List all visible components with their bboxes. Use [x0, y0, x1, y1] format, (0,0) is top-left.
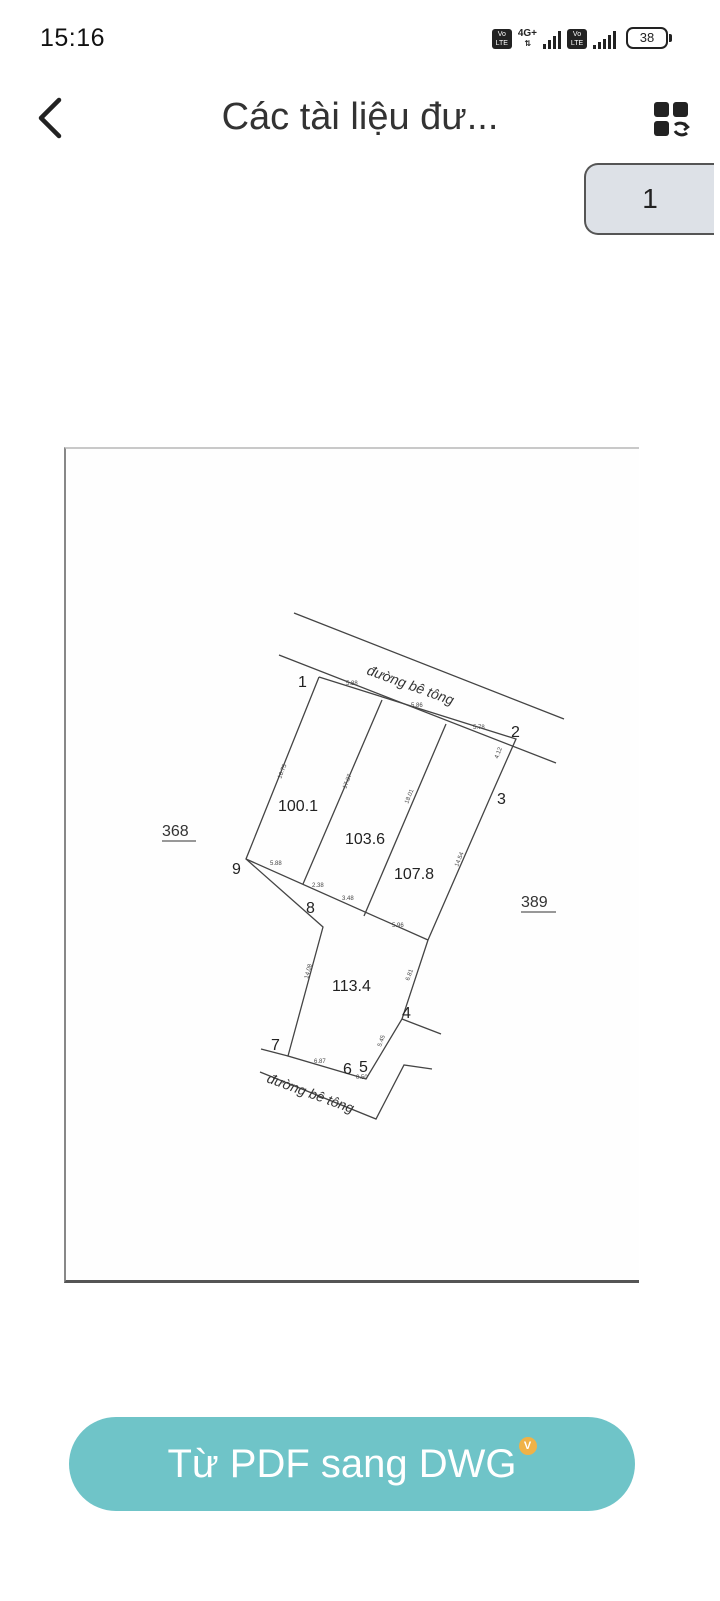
neighbor-right-label: 389 — [521, 894, 548, 911]
dimension-label: 4.12 — [494, 746, 504, 760]
dimension-label: 17.37 — [342, 773, 353, 790]
corner-point-8: 8 — [306, 900, 315, 917]
volte-icon-2: Vo LTE — [567, 29, 587, 49]
corner-point-2: 2 — [511, 724, 520, 741]
page-number-indicator[interactable]: 1 — [584, 163, 714, 235]
switch-view-button[interactable] — [644, 92, 698, 146]
dimension-label: 5.96 — [392, 923, 404, 929]
back-button[interactable] — [22, 90, 78, 146]
corner-point-4: 4 — [402, 1005, 411, 1022]
battery-icon: 38 — [626, 27, 672, 49]
dimension-label: 0.50 — [356, 1075, 368, 1081]
dimension-label: 5.86 — [411, 703, 423, 709]
volte-icon: Vo LTE — [491, 29, 512, 49]
dimension-label: 6.87 — [314, 1059, 326, 1065]
land-plot-drawing: 368 389 đường bê tông đường bê tông 100.… — [162, 612, 565, 1120]
dimension-label: 5.88 — [346, 681, 358, 687]
dimension-label: 3.48 — [342, 896, 354, 902]
convert-button-label: Từ PDF sang DWG — [167, 1441, 517, 1486]
plot-area-1: 100.1 — [278, 798, 318, 815]
corner-point-1: 1 — [298, 674, 307, 691]
signal-strength-icon — [543, 31, 561, 49]
network-type-icon: 4G+ ⇅ — [517, 28, 537, 49]
status-time: 15:16 — [40, 24, 106, 52]
dimension-label: 16.75 — [277, 763, 288, 780]
page-title: Các tài liệu đư... — [221, 96, 499, 138]
dimension-label: 5.88 — [270, 861, 282, 867]
signal-strength-icon-2 — [593, 31, 616, 49]
document-page[interactable]: 368 389 đường bê tông đường bê tông 100.… — [64, 447, 639, 1283]
chevron-left-icon — [38, 97, 62, 139]
plot-area-3: 107.8 — [394, 866, 434, 883]
status-icons: Vo LTE 4G+ ⇅ Vo LTE 38 — [491, 27, 672, 49]
dimension-label: 14.54 — [454, 851, 465, 868]
dimension-label: 2.38 — [312, 883, 324, 889]
status-bar: 15:16 Vo LTE 4G+ ⇅ Vo LTE 38 — [0, 0, 720, 80]
dimension-label: 18.01 — [404, 788, 415, 805]
corner-point-7: 7 — [271, 1037, 280, 1054]
dimension-label: 14.08 — [304, 963, 314, 980]
vip-badge-icon: V — [518, 1437, 537, 1455]
convert-pdf-to-dwg-button[interactable]: Từ PDF sang DWG V — [69, 1417, 635, 1511]
plot-area-4: 113.4 — [332, 978, 371, 995]
corner-point-6: 6 — [343, 1061, 352, 1078]
dimension-label: 6.81 — [405, 968, 415, 982]
corner-point-3: 3 — [497, 791, 506, 808]
corner-point-5: 5 — [359, 1059, 368, 1076]
swap-layout-icon — [654, 102, 690, 137]
corner-point-9: 9 — [232, 861, 241, 878]
dimension-label: 5.78 — [473, 725, 485, 731]
neighbor-left-label: 368 — [162, 823, 189, 840]
road-top-label: đường bê tông — [365, 662, 456, 708]
app-bar: Các tài liệu đư... — [0, 80, 720, 160]
plot-area-2: 103.6 — [345, 831, 385, 848]
